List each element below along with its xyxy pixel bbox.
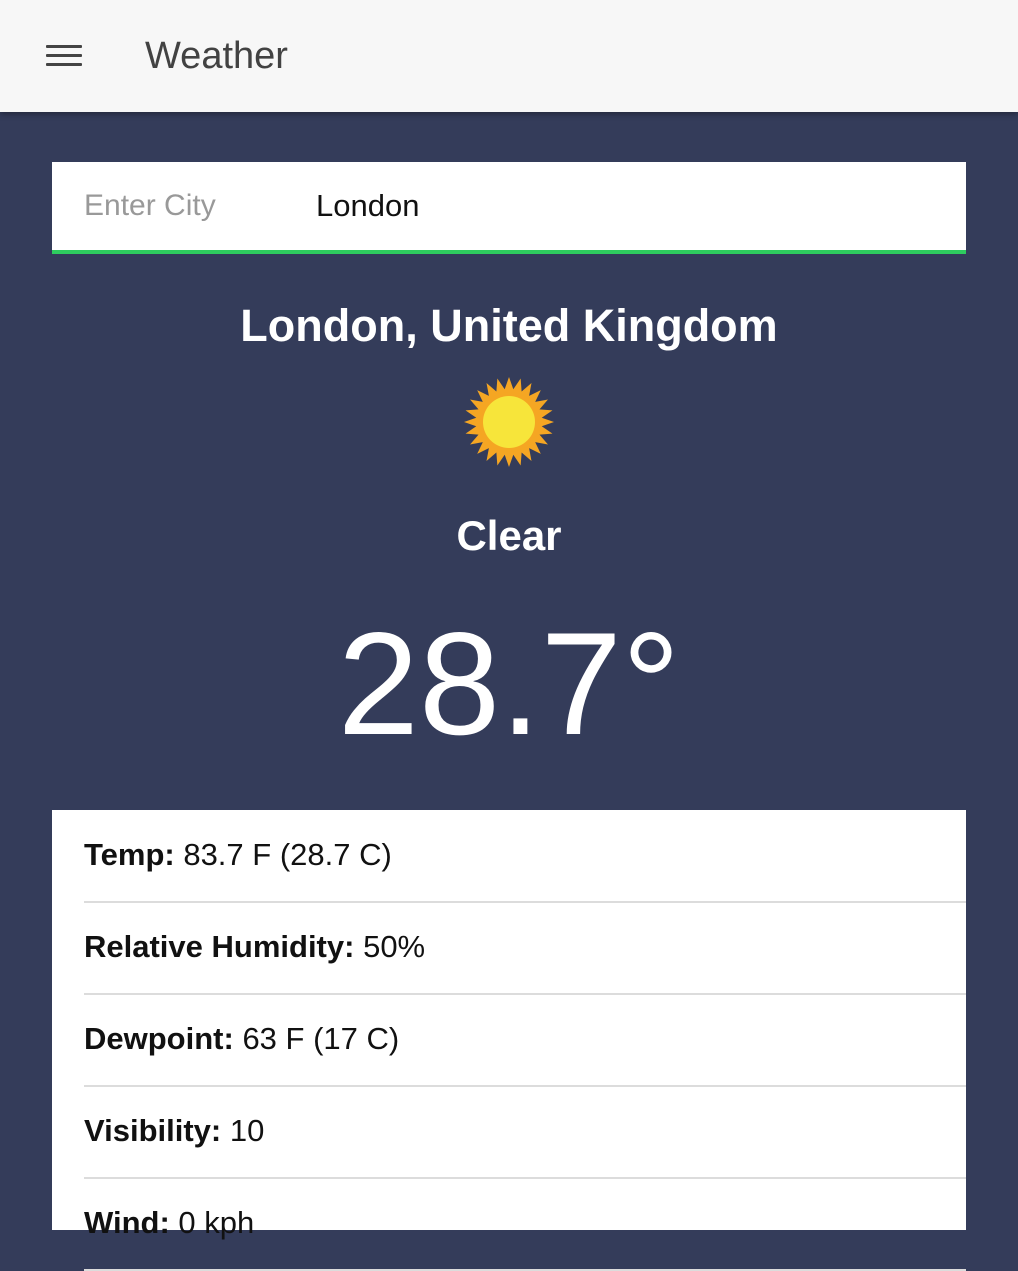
detail-value: 83.7 F (28.7 C) — [183, 837, 392, 872]
hamburger-menu-line — [46, 54, 82, 57]
hamburger-menu-icon — [46, 45, 82, 48]
detail-label: Relative Humidity: — [84, 929, 355, 964]
city-search-box[interactable]: Enter City — [52, 162, 966, 254]
hamburger-menu-line — [46, 63, 82, 66]
weather-details-list: Temp: 83.7 F (28.7 C) Relative Humidity:… — [52, 810, 966, 1271]
detail-row-temp: Temp: 83.7 F (28.7 C) — [84, 810, 966, 903]
detail-label: Wind: — [84, 1205, 170, 1240]
detail-row-wind: Wind: 0 kph — [84, 1178, 966, 1271]
detail-value: 10 — [229, 1113, 265, 1148]
menu-button[interactable] — [40, 36, 88, 76]
detail-row-visibility: Visibility: 10 — [84, 1086, 966, 1179]
weather-condition: Clear — [456, 512, 562, 559]
detail-value: 0 kph — [178, 1205, 255, 1240]
detail-label: Temp: — [84, 837, 175, 872]
detail-row-dewpoint: Dewpoint: 63 F (17 C) — [84, 994, 966, 1087]
detail-value: 63 F (17 C) — [242, 1021, 400, 1056]
current-temperature: 28.7° — [337, 602, 681, 765]
sun-icon — [464, 377, 554, 467]
app-bar: Weather — [0, 0, 1018, 112]
detail-value: 50% — [363, 929, 426, 964]
detail-label: Dewpoint: — [84, 1021, 234, 1056]
city-search-input[interactable] — [316, 180, 936, 232]
app-title: Weather — [145, 35, 288, 77]
weather-main: Enter City London, United Kingdom Clear … — [0, 112, 1018, 1271]
detail-row-humidity: Relative Humidity: 50% — [84, 902, 966, 995]
location-title: London, United Kingdom — [240, 300, 778, 351]
detail-label: Visibility: — [84, 1113, 222, 1148]
city-search-label: Enter City — [84, 189, 216, 222]
